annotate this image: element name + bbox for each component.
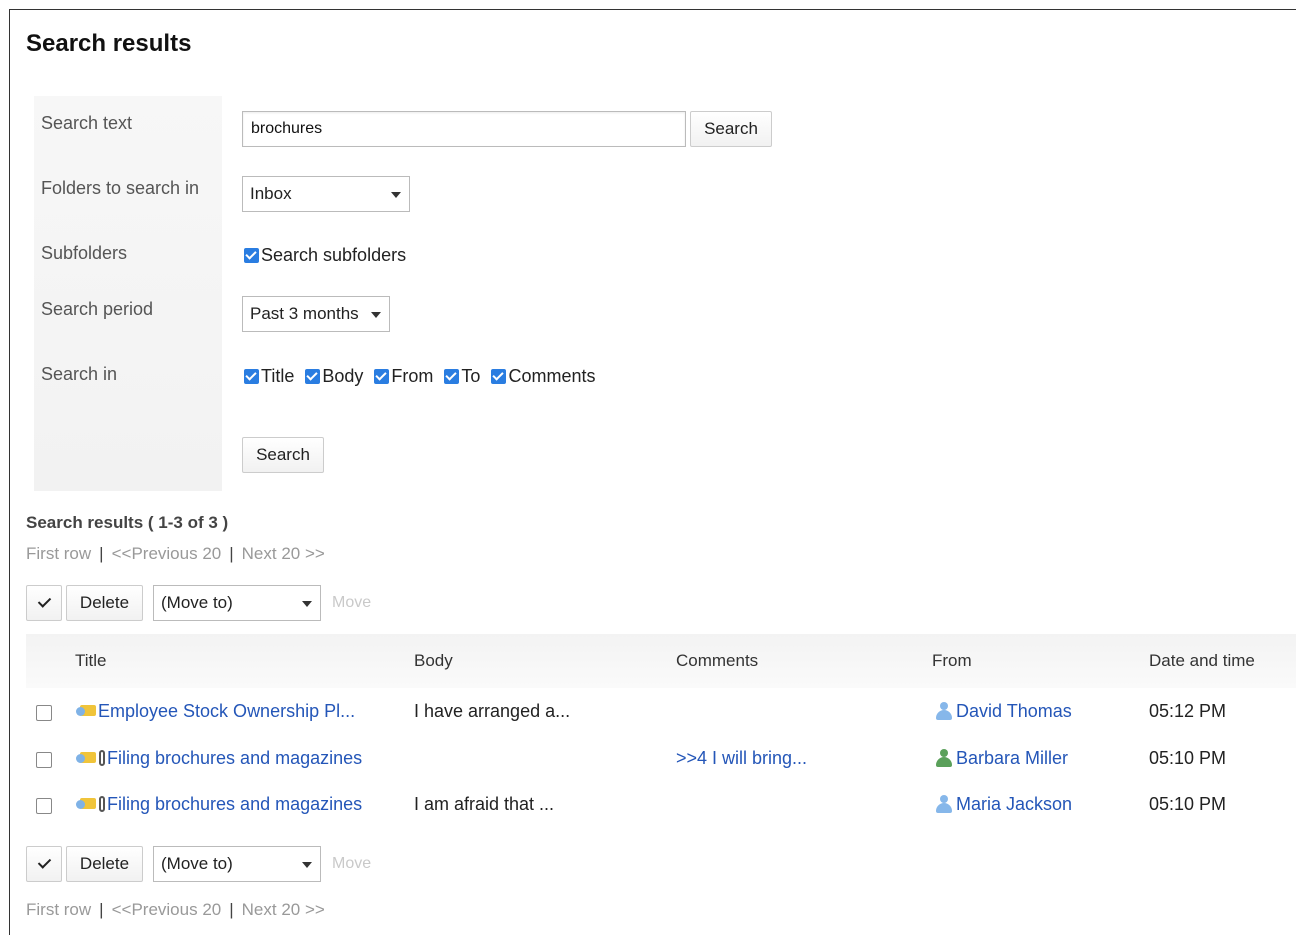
- pager-top: First row | <<Previous 20 | Next 20 >>: [26, 544, 325, 563]
- move-button-disabled-bottom: Move: [332, 855, 372, 872]
- row-checkbox[interactable]: [36, 798, 52, 814]
- column-body[interactable]: Body: [414, 651, 453, 671]
- chevron-down-icon: [371, 312, 381, 318]
- row-time: 05:10 PM: [1149, 794, 1227, 814]
- select-all-button[interactable]: [26, 585, 62, 621]
- mail-icon: [76, 749, 98, 767]
- subfolders-checkbox-label: Search subfolders: [261, 245, 407, 265]
- column-date-time[interactable]: Date and time: [1149, 651, 1255, 671]
- period-select-value: Past 3 months: [250, 304, 359, 323]
- delete-button[interactable]: Delete: [66, 585, 143, 621]
- paperclip-icon: [99, 750, 105, 766]
- move-to-select[interactable]: (Move to): [153, 585, 321, 621]
- row-from-link[interactable]: Barbara Miller: [956, 748, 1068, 768]
- results-table-header: [26, 634, 1296, 688]
- search-in-to-label: To: [461, 366, 481, 386]
- row-title-cell[interactable]: Employee Stock Ownership Pl...: [76, 701, 355, 722]
- page-title: Search results: [26, 30, 192, 57]
- row-checkbox[interactable]: [36, 705, 52, 721]
- search-in-from-label: From: [391, 366, 434, 386]
- search-in-title-checkbox[interactable]: [244, 369, 259, 384]
- search-in-options: Title Body From To Comments: [244, 366, 601, 387]
- subfolders-checkbox[interactable]: [244, 248, 259, 263]
- mail-icon: [76, 702, 98, 720]
- row-body: I am afraid that ...: [414, 794, 555, 814]
- pager-bottom: First row | <<Previous 20 | Next 20 >>: [26, 900, 325, 919]
- row-title-link[interactable]: Filing brochures and magazines: [107, 794, 362, 814]
- delete-button-bottom[interactable]: Delete: [66, 846, 143, 882]
- folder-select-value: Inbox: [250, 184, 292, 203]
- search-button-bottom[interactable]: Search: [242, 437, 324, 473]
- search-in-comments-checkbox[interactable]: [491, 369, 507, 384]
- column-title[interactable]: Title: [75, 651, 107, 671]
- search-button[interactable]: Search: [690, 111, 772, 147]
- row-from-link[interactable]: Maria Jackson: [956, 794, 1072, 814]
- next-link[interactable]: Next 20 >>: [242, 900, 325, 919]
- chevron-down-icon: [391, 192, 401, 198]
- subfolders-label: Subfolders: [41, 243, 128, 263]
- period-select[interactable]: Past 3 months: [242, 296, 390, 332]
- row-title-cell[interactable]: Filing brochures and magazines: [76, 794, 362, 815]
- row-time: 05:10 PM: [1149, 748, 1227, 768]
- column-from[interactable]: From: [932, 651, 972, 671]
- previous-link[interactable]: <<Previous 20: [112, 900, 222, 919]
- next-link[interactable]: Next 20 >>: [242, 544, 325, 563]
- first-row-link[interactable]: First row: [26, 544, 91, 563]
- select-all-button-bottom[interactable]: [26, 846, 62, 882]
- move-to-select-value: (Move to): [161, 593, 233, 612]
- row-title-link[interactable]: Employee Stock Ownership Pl...: [98, 701, 355, 721]
- column-comments[interactable]: Comments: [676, 651, 758, 671]
- row-time: 05:12 PM: [1149, 701, 1227, 721]
- search-text-label: Search text: [41, 113, 133, 133]
- row-from[interactable]: David Thomas: [934, 701, 1072, 722]
- subfolders-checkbox-row[interactable]: Search subfolders: [244, 245, 406, 266]
- user-blue-icon: [934, 702, 954, 720]
- folders-label: Folders to search in: [41, 178, 200, 198]
- search-in-body-label: Body: [322, 366, 364, 386]
- row-title-link[interactable]: Filing brochures and magazines: [107, 748, 362, 768]
- row-checkbox[interactable]: [36, 752, 52, 768]
- period-label: Search period: [41, 299, 154, 319]
- move-to-select-value: (Move to): [161, 854, 233, 873]
- form-label-column: [34, 96, 222, 491]
- row-from[interactable]: Maria Jackson: [934, 794, 1072, 815]
- mail-icon: [76, 795, 98, 813]
- results-count-heading: Search results ( 1-3 of 3 ): [26, 513, 229, 532]
- row-title-cell[interactable]: Filing brochures and magazines: [76, 748, 362, 769]
- search-text-input[interactable]: [242, 111, 686, 147]
- move-button-disabled: Move: [332, 594, 372, 611]
- first-row-link[interactable]: First row: [26, 900, 91, 919]
- row-body: I have arranged a...: [414, 701, 571, 721]
- search-in-comments-label: Comments: [508, 366, 596, 386]
- row-from-link[interactable]: David Thomas: [956, 701, 1072, 721]
- paperclip-icon: [99, 796, 105, 812]
- search-in-from-checkbox[interactable]: [374, 369, 390, 384]
- user-blue-icon: [934, 795, 954, 813]
- chevron-down-icon: [302, 862, 312, 868]
- row-from[interactable]: Barbara Miller: [934, 748, 1068, 769]
- previous-link[interactable]: <<Previous 20: [112, 544, 222, 563]
- search-in-label: Search in: [41, 364, 118, 384]
- user-green-icon: [934, 749, 954, 767]
- row-comments[interactable]: >>4 I will bring...: [676, 748, 807, 769]
- search-in-body-checkbox[interactable]: [305, 369, 321, 384]
- move-to-select-bottom[interactable]: (Move to): [153, 846, 321, 882]
- search-in-title-label: Title: [261, 366, 295, 386]
- search-in-to-checkbox[interactable]: [444, 369, 460, 384]
- folder-select[interactable]: Inbox: [242, 176, 410, 212]
- chevron-down-icon: [302, 601, 312, 607]
